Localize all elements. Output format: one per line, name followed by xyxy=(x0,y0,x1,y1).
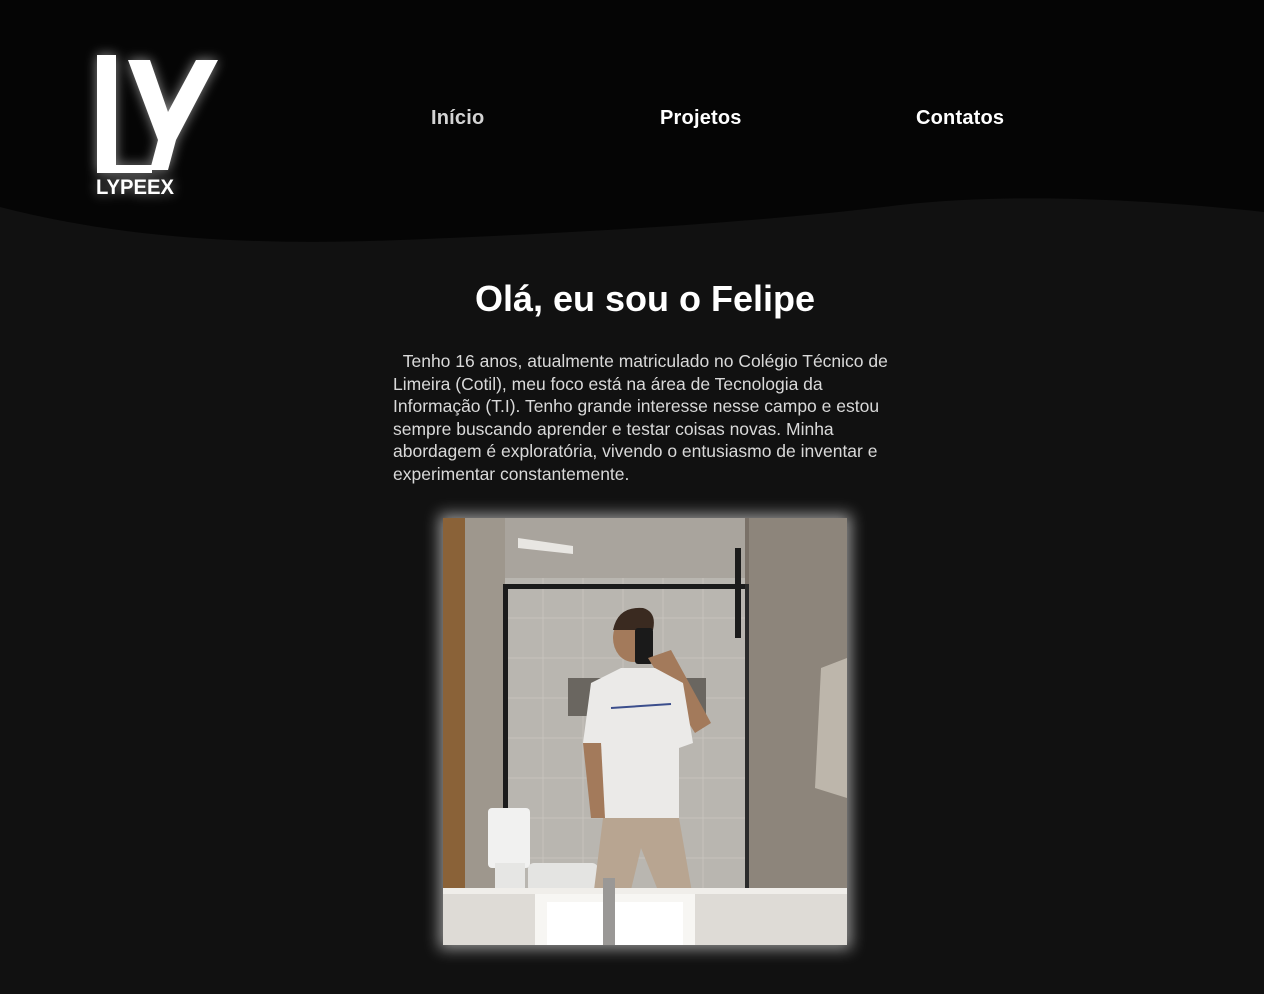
logo-wordmark: LYPEEX xyxy=(96,176,174,199)
page: LYPEEX Início Projetos Contatos Olá, eu … xyxy=(0,0,1264,994)
nav-item-inicio[interactable]: Início xyxy=(431,107,484,130)
bio-paragraph: Tenho 16 anos, atualmente matriculado no… xyxy=(393,351,893,484)
page-title: Olá, eu sou o Felipe xyxy=(474,278,816,319)
nav-item-projetos[interactable]: Projetos xyxy=(660,107,742,130)
lypeex-logo[interactable]: LYPEEX xyxy=(92,50,227,200)
nav-item-contatos[interactable]: Contatos xyxy=(916,107,1004,130)
profile-photo-illustration xyxy=(443,518,847,945)
site-header: LYPEEX Início Projetos Contatos xyxy=(0,0,1264,250)
profile-photo xyxy=(443,518,847,945)
